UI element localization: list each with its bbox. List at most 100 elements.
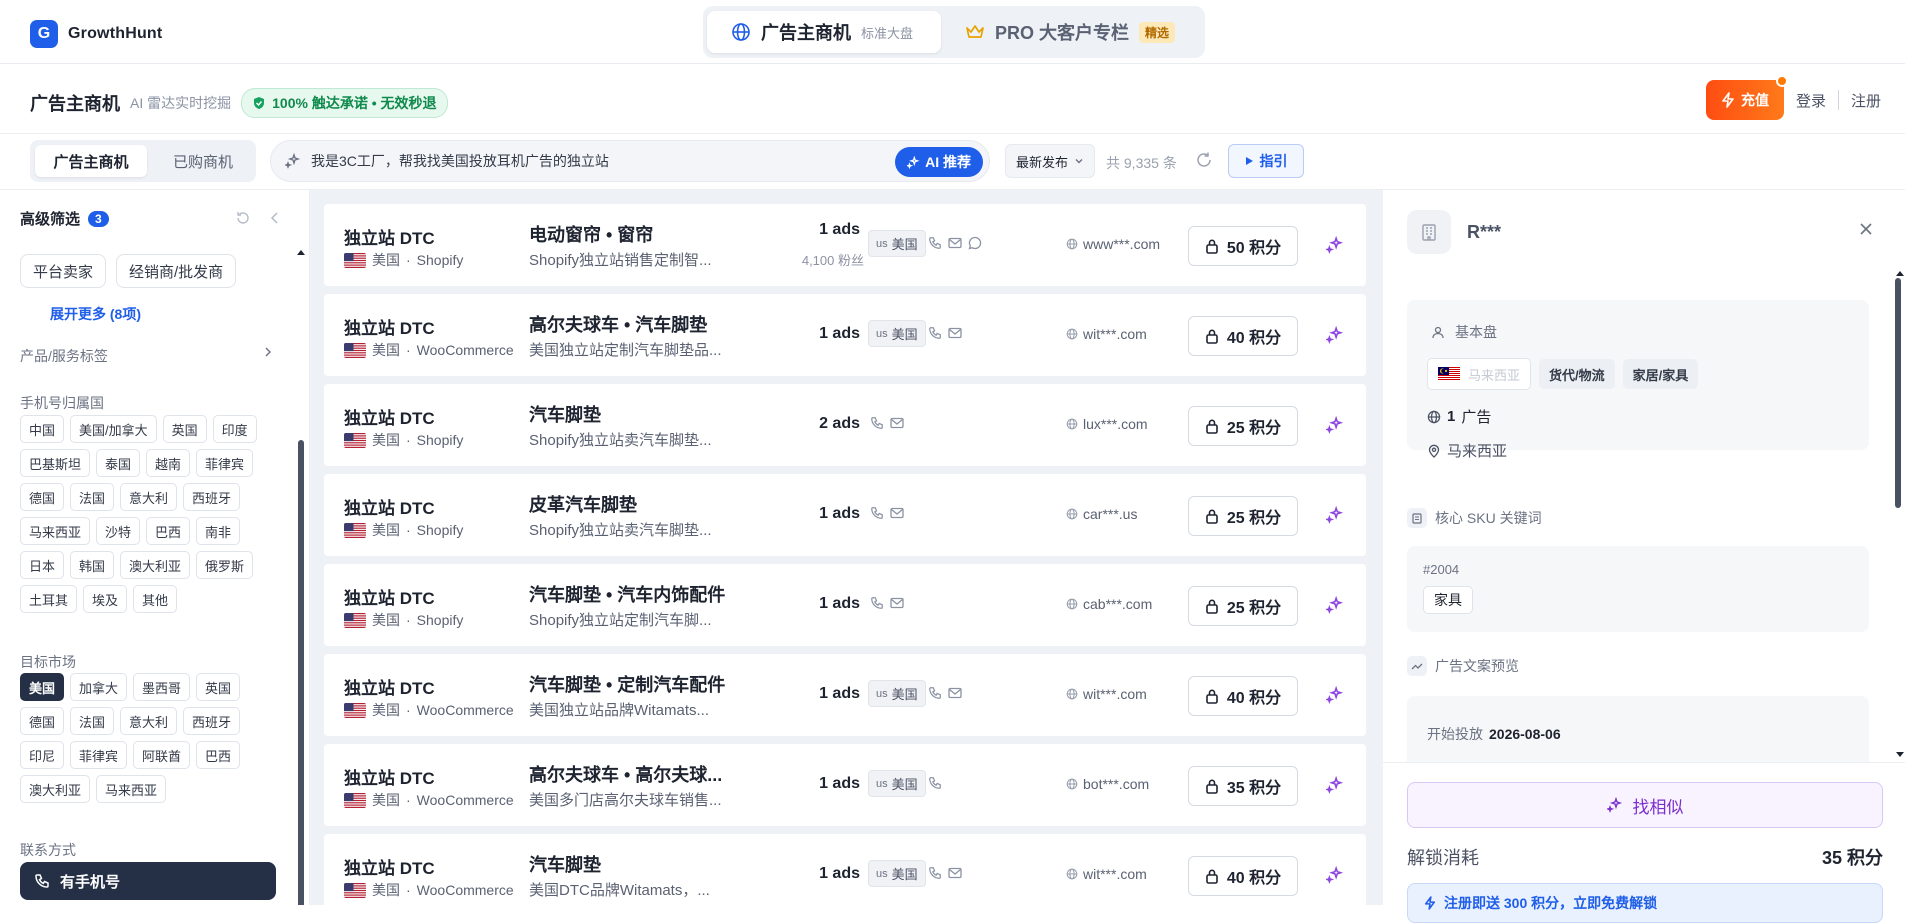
unlock-button[interactable]: 25 积分 <box>1188 496 1298 536</box>
chip-phone-country[interactable]: 巴西 <box>146 517 191 545</box>
chip-phone-country[interactable]: 马来西亚 <box>20 517 91 545</box>
tab-purchased-leads[interactable]: 已购商机 <box>155 145 251 177</box>
tab-advertiser-leads[interactable]: 广告主商机 标准大盘 <box>707 11 941 53</box>
find-similar-icon[interactable] <box>1326 686 1344 704</box>
chip-target-market[interactable]: 加拿大 <box>70 673 128 701</box>
find-similar-icon[interactable] <box>1326 326 1344 344</box>
unlock-button[interactable]: 40 积分 <box>1188 856 1298 896</box>
search-input[interactable] <box>311 153 871 169</box>
lead-description: Shopify独立站销售定制智... <box>529 252 712 269</box>
lead-card[interactable]: 独立站 DTC 美国 · WooCommerce 汽车脚垫 • 定制汽车配件 美国独立站品… <box>324 654 1366 736</box>
chip-phone-country[interactable]: 日本 <box>20 551 65 579</box>
ads-count: 1 ads <box>819 685 860 702</box>
lead-card[interactable]: 独立站 DTC 美国 · WooCommerce 高尔夫球车 • 高尔夫球... 美国多门… <box>324 744 1366 826</box>
lead-card[interactable]: 独立站 DTC 美国 · Shopify 汽车脚垫 Shopify独立站卖汽车脚垫... 2… <box>324 384 1366 466</box>
sidebar-scrollbar[interactable] <box>298 440 304 905</box>
chip-target-market[interactable]: 澳大利亚 <box>20 775 91 803</box>
sort-select[interactable]: 最新发布 <box>1005 144 1095 178</box>
find-similar-icon[interactable] <box>1326 236 1344 254</box>
chip-phone-country[interactable]: 菲律宾 <box>196 449 254 477</box>
chip-phone-country[interactable]: 美国/加拿大 <box>70 415 157 443</box>
chip-phone-country[interactable]: 南非 <box>196 517 241 545</box>
chip-phone-country[interactable]: 沙特 <box>96 517 141 545</box>
find-similar-icon[interactable] <box>1326 866 1344 884</box>
chip-target-market[interactable]: 菲律宾 <box>70 741 128 769</box>
lead-description: Shopify独立站卖汽车脚垫... <box>529 522 712 539</box>
has-phone-filter[interactable]: 有手机号 <box>20 862 276 900</box>
chip-phone-country[interactable]: 巴基斯坦 <box>20 449 91 477</box>
unlock-button[interactable]: 25 积分 <box>1188 586 1298 626</box>
reset-icon[interactable] <box>235 210 251 226</box>
tab-pro-clients[interactable]: PRO 大客户专栏 精选 <box>965 11 1176 53</box>
scroll-up-arrow[interactable] <box>297 249 305 255</box>
lead-card[interactable]: 独立站 DTC 美国 · Shopify 汽车脚垫 • 汽车内饰配件 Shopify独立站… <box>324 564 1366 646</box>
expand-more-link[interactable]: 展开更多 (8项) <box>50 304 141 324</box>
unlock-button[interactable]: 35 积分 <box>1188 766 1298 806</box>
lead-card[interactable]: 独立站 DTC 美国 · Shopify 皮革汽车脚垫 Shopify独立站卖汽车脚垫..… <box>324 474 1366 556</box>
register-link[interactable]: 注册 <box>1851 90 1881 111</box>
chip-phone-country[interactable]: 澳大利亚 <box>120 551 191 579</box>
industry-tag: 家居/家具 <box>1622 359 1699 389</box>
chip-target-market[interactable]: 马来西亚 <box>96 775 167 803</box>
chip-target-market[interactable]: 意大利 <box>120 707 178 735</box>
us-flag-icon <box>344 342 366 358</box>
login-link[interactable]: 登录 <box>1796 90 1826 111</box>
recharge-button[interactable]: 充值 <box>1705 75 1788 120</box>
chip-phone-country[interactable]: 西班牙 <box>183 483 241 511</box>
scroll-down-arrow[interactable] <box>1896 752 1904 758</box>
tab-advertiser-leads-list[interactable]: 广告主商机 <box>35 145 147 177</box>
chip-phone-country[interactable]: 英国 <box>162 415 207 443</box>
chip-target-market[interactable]: 墨西哥 <box>133 673 191 701</box>
find-similar-icon[interactable] <box>1326 596 1344 614</box>
lead-card[interactable]: 独立站 DTC 美国 · Shopify 电动窗帘 • 窗帘 Shopify独立站销售定制… <box>324 204 1366 286</box>
chip-phone-country[interactable]: 意大利 <box>120 483 178 511</box>
lead-card[interactable]: 独立站 DTC 美国 · WooCommerce 高尔夫球车 • 汽车脚垫 美国独立站定制… <box>324 294 1366 376</box>
close-icon[interactable] <box>1859 222 1873 236</box>
unlock-button[interactable]: 50 积分 <box>1188 226 1298 266</box>
find-similar-icon[interactable] <box>1326 776 1344 794</box>
guide-button[interactable]: 指引 <box>1228 144 1304 178</box>
chip-phone-country[interactable]: 俄罗斯 <box>196 551 254 579</box>
chip-phone-country[interactable]: 印度 <box>212 415 257 443</box>
find-similar-button[interactable]: 找相似 <box>1407 782 1883 828</box>
chip-phone-country[interactable]: 越南 <box>146 449 191 477</box>
chip-target-market[interactable]: 巴西 <box>196 741 241 769</box>
chip-target-market[interactable]: 英国 <box>196 673 241 701</box>
detail-scrollbar[interactable] <box>1895 278 1901 508</box>
chip-target-market[interactable]: 法国 <box>70 707 115 735</box>
tags-section[interactable]: 产品/服务标签 <box>20 346 274 366</box>
chip-target-market[interactable]: 西班牙 <box>183 707 241 735</box>
chip-phone-country[interactable]: 中国 <box>20 415 65 443</box>
chip-phone-country[interactable]: 德国 <box>20 483 65 511</box>
lead-country: 美国 <box>372 612 400 628</box>
chip-phone-country[interactable]: 法国 <box>70 483 115 511</box>
lead-type: 独立站 DTC <box>344 319 435 338</box>
collapse-icon[interactable] <box>267 210 283 226</box>
separator-dot: · <box>406 882 411 898</box>
chip-phone-country[interactable]: 韩国 <box>70 551 115 579</box>
chip-phone-country[interactable]: 其他 <box>133 585 178 613</box>
lead-platform: WooCommerce <box>416 342 514 358</box>
chip-target-market[interactable]: 阿联酋 <box>133 741 191 769</box>
chip-target-market[interactable]: 美国 <box>20 673 65 701</box>
chip-target-market[interactable]: 印尼 <box>20 741 65 769</box>
logo-mark: G <box>30 20 58 48</box>
chip-phone-country[interactable]: 泰国 <box>96 449 141 477</box>
find-similar-icon[interactable] <box>1326 506 1344 524</box>
unlock-button[interactable]: 25 积分 <box>1188 406 1298 446</box>
chip-phone-country[interactable]: 埃及 <box>83 585 128 613</box>
chip-platform-seller[interactable]: 平台卖家 <box>20 254 107 288</box>
refresh-icon[interactable] <box>1195 151 1213 169</box>
chip-distributor[interactable]: 经销商/批发商 <box>116 254 237 288</box>
unlock-button[interactable]: 40 积分 <box>1188 676 1298 716</box>
chip-target-market[interactable]: 德国 <box>20 707 65 735</box>
ads-count: 1 <box>1447 408 1456 425</box>
lead-card[interactable]: 独立站 DTC 美国 · WooCommerce 汽车脚垫 美国DTC品牌Witamats… <box>324 834 1366 905</box>
find-similar-icon[interactable] <box>1326 416 1344 434</box>
scroll-up-arrow[interactable] <box>1896 270 1904 276</box>
chip-phone-country[interactable]: 土耳其 <box>20 585 78 613</box>
register-offer-button[interactable]: 注册即送 300 积分，立即免费解锁 <box>1407 883 1883 923</box>
brand-logo[interactable]: G GrowthHunt <box>30 20 162 48</box>
ai-recommend-button[interactable]: AI 推荐 <box>895 147 983 177</box>
unlock-button[interactable]: 40 积分 <box>1188 316 1298 356</box>
